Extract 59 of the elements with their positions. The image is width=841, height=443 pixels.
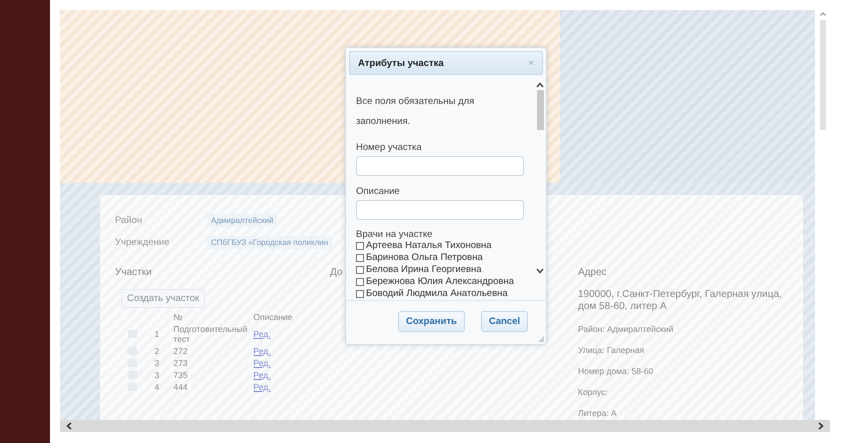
edit-link[interactable]: Ред. <box>253 346 271 356</box>
doctors-label: Врачи на участке <box>356 228 434 240</box>
save-button[interactable]: Сохранить <box>398 311 465 332</box>
doctor-name: Баринова Ольга Петровна <box>366 252 483 264</box>
section-title: Участки <box>115 267 152 280</box>
table-cell-text: 272 <box>172 345 189 357</box>
scroll-up-icon[interactable] <box>820 12 826 16</box>
address-detail: Корпус: <box>578 387 608 397</box>
scroll-left-icon[interactable] <box>66 422 72 430</box>
checkbox[interactable] <box>356 254 364 262</box>
edit-link[interactable]: Ред. <box>253 358 271 368</box>
address-text: 190000, г.Санкт-Петербург, Галерная улица, дом 58-60, литер А <box>578 289 783 313</box>
doctor-name: Бережнова Юлия Александровна <box>366 276 514 288</box>
required-note: Все поля обязательны для заполнения. <box>356 95 476 129</box>
field-value: СПбГБУЗ «Городская поликлин <box>207 236 332 248</box>
table-cell-text: 1 <box>153 328 160 341</box>
scrollbar-thumb[interactable] <box>820 20 826 130</box>
scroll-down-icon[interactable] <box>536 268 544 274</box>
field-label: Учреждение <box>115 236 170 248</box>
table-cell-text: 273 <box>172 357 189 369</box>
field-value: Адмиралтейский <box>207 214 278 226</box>
table-cell-text: 735 <box>172 369 189 381</box>
table-cell-text: 444 <box>172 381 189 393</box>
scroll-up-icon[interactable] <box>536 82 544 88</box>
section-title: До <box>330 267 342 280</box>
cancel-button[interactable]: Cancel <box>480 311 528 332</box>
address-detail: Литера: А <box>578 408 617 418</box>
doctor-name: Артеева Наталья Тихоновна <box>366 240 492 252</box>
table-cell-text: 3 <box>153 369 160 381</box>
column-header: Описание <box>252 311 294 323</box>
field-label: Район <box>115 214 144 226</box>
table-cell-text: Подготовительный тест <box>172 323 248 345</box>
checkbox[interactable] <box>356 266 364 274</box>
address-detail: Улица: Галерная <box>578 345 644 355</box>
field-label: Описание <box>356 186 401 197</box>
checkbox[interactable] <box>356 290 364 298</box>
doctor-name: Белова Ирина Георгиевна <box>366 264 482 276</box>
resize-grip-icon[interactable] <box>538 336 544 342</box>
input-field[interactable] <box>356 156 524 176</box>
create-button[interactable]: Создать участок <box>121 289 206 308</box>
scrollbar-thumb[interactable] <box>536 90 544 130</box>
scroll-right-icon[interactable] <box>818 422 824 430</box>
checkbox[interactable] <box>356 278 364 286</box>
section-title: Адрес <box>578 267 607 280</box>
field-label: Номер участка <box>356 142 423 153</box>
edit-link[interactable]: Ред. <box>253 370 271 380</box>
edit-link[interactable]: Ред. <box>253 329 271 339</box>
table-cell-text: 4 <box>153 381 160 393</box>
edit-link[interactable]: Ред. <box>253 382 271 392</box>
table-cell-text: 3 <box>153 357 160 369</box>
table-cell-text: 2 <box>153 345 160 357</box>
column-header: № <box>172 311 184 323</box>
dialog-title: Атрибуты участка <box>358 58 444 68</box>
close-button[interactable]: × <box>528 58 534 68</box>
address-detail: Район: Адмиралтейский <box>578 324 674 334</box>
address-detail: Номер дома: 58-60 <box>578 366 654 376</box>
input-field[interactable] <box>356 200 524 220</box>
checkbox[interactable] <box>356 242 364 250</box>
doctor-name: Боводий Людмила Анатольевна <box>366 288 508 300</box>
